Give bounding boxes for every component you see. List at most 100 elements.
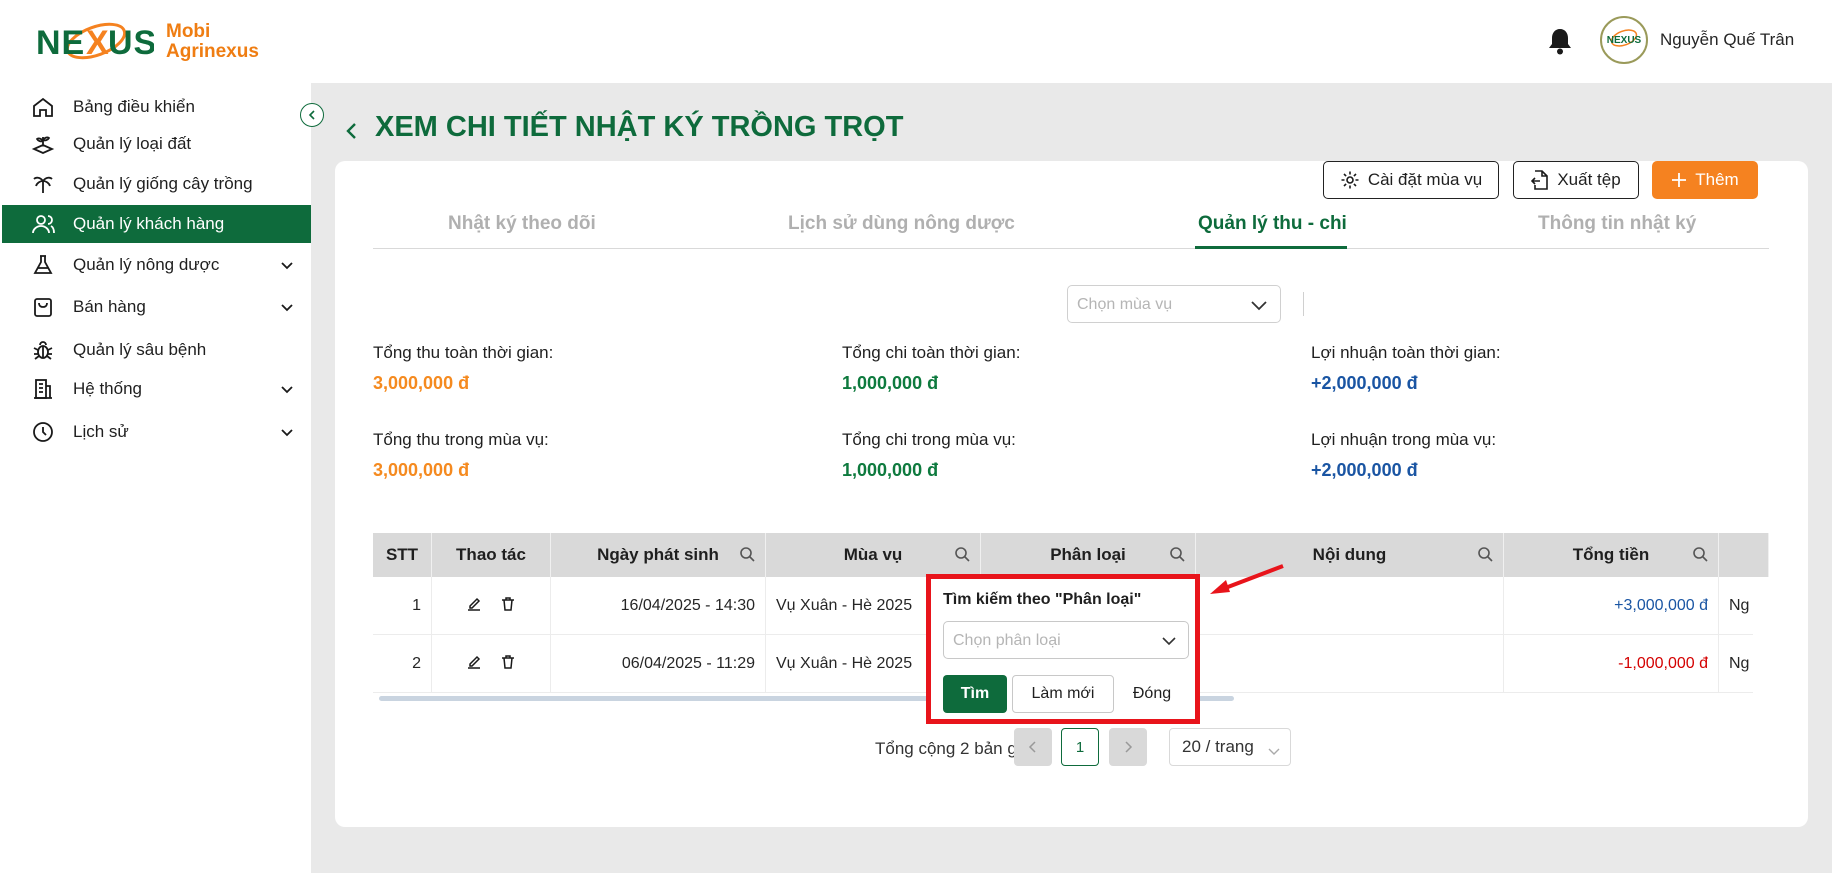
cell-total: -1,000,000 đ	[1504, 635, 1719, 693]
tab-income-expense[interactable]: Quản lý thu - chi	[1198, 213, 1347, 235]
sidebar-item-history[interactable]: Lịch sử	[2, 413, 311, 451]
tab-log-info[interactable]: Thông tin nhật ký	[1538, 213, 1696, 235]
filter-search-button[interactable]: Tìm	[943, 675, 1007, 713]
brand-line1: Mobi	[166, 21, 211, 42]
chevron-left-icon	[1028, 741, 1036, 753]
stat-value: +2,000,000 đ	[1311, 373, 1418, 393]
bug-icon	[30, 337, 56, 363]
sidebar-item-dashboard[interactable]: Bảng điều khiển	[2, 88, 311, 126]
stat-value: 1,000,000 đ	[842, 460, 939, 480]
sidebar-item-label: Lịch sử	[73, 422, 129, 441]
filter-close-button[interactable]: Đóng	[1121, 675, 1183, 713]
plus-icon	[1672, 173, 1687, 187]
header-label: Thao tác	[456, 545, 526, 564]
season-settings-button[interactable]: Cài đặt mùa vụ	[1323, 161, 1499, 199]
category-select-placeholder: Chọn phân loại	[953, 632, 1061, 649]
season-select[interactable]: Chọn mùa vụ	[1067, 285, 1281, 323]
chevron-down-icon	[279, 299, 295, 315]
sidebar-item-label: Quản lý giống cây trồng	[73, 174, 253, 193]
table-header: STT Thao tác Ngày phát sinh Mùa vụ Phân …	[373, 533, 1769, 577]
page-size-select[interactable]: 20 / trang	[1169, 728, 1291, 766]
chevron-down-icon	[1250, 297, 1268, 313]
sidebar-item-label: Bảng điều khiển	[73, 97, 195, 116]
brand-logo[interactable]: NE X US Mobi Agrinexus	[34, 14, 259, 70]
users-icon	[30, 211, 56, 237]
svg-text:X: X	[86, 24, 109, 62]
user-name[interactable]: Nguyễn Quế Trân	[1660, 30, 1794, 50]
sidebar-collapse-button[interactable]	[300, 103, 324, 127]
sidebar-item-customers[interactable]: Quản lý khách hàng	[2, 205, 311, 243]
search-icon[interactable]	[739, 546, 755, 562]
column-header-extra	[1719, 533, 1769, 577]
svg-text:NE: NE	[36, 24, 85, 62]
stat-label: Lợi nhuận trong mùa vụ:	[1311, 430, 1497, 449]
pagination-next-button[interactable]	[1109, 728, 1147, 766]
main-content: XEM CHI TIẾT NHẬT KÝ TRỒNG TRỌT Nhật ký …	[311, 83, 1832, 873]
nexus-logo-icon: NE X US	[34, 14, 156, 70]
search-icon[interactable]	[1477, 546, 1493, 562]
cell-date: 06/04/2025 - 11:29	[551, 635, 766, 693]
tab-tracking-log[interactable]: Nhật ký theo dõi	[448, 213, 596, 235]
detail-card: Nhật ký theo dõi Lịch sử dùng nông dược …	[335, 161, 1808, 827]
header-label: Mùa vụ	[843, 545, 903, 564]
export-button[interactable]: Xuất tệp	[1513, 161, 1639, 199]
stat-value: +2,000,000 đ	[1311, 460, 1418, 480]
pagination-prev-button[interactable]	[1014, 728, 1052, 766]
search-icon[interactable]	[954, 546, 970, 562]
stat-total-expense-all: Tổng chi toàn thời gian: 1,000,000 đ	[842, 343, 1020, 394]
header-label: STT	[385, 545, 419, 564]
clock-icon	[30, 419, 56, 445]
filter-reset-button[interactable]: Làm mới	[1012, 675, 1114, 713]
season-settings-label: Cài đặt mùa vụ	[1367, 170, 1483, 189]
trash-icon[interactable]	[500, 596, 516, 617]
chevron-down-icon	[279, 381, 295, 397]
export-label: Xuất tệp	[1557, 170, 1621, 189]
stat-label: Tổng chi trong mùa vụ:	[842, 430, 1016, 449]
sidebar: Bảng điều khiển Quản lý loại đất Quản lý…	[0, 83, 311, 873]
stat-label: Tổng thu trong mùa vụ:	[373, 430, 549, 449]
gear-icon	[1341, 171, 1359, 189]
stat-total-expense-season: Tổng chi trong mùa vụ: 1,000,000 đ	[842, 430, 1016, 481]
sidebar-item-label: Bán hàng	[73, 297, 146, 316]
edit-icon[interactable]	[466, 596, 482, 617]
search-icon[interactable]	[1692, 546, 1708, 562]
page-title-text: XEM CHI TIẾT NHẬT KÝ TRỒNG TRỌT	[375, 111, 904, 143]
edit-icon[interactable]	[466, 654, 482, 675]
pagination-current-page[interactable]: 1	[1061, 728, 1099, 766]
bell-icon[interactable]	[1547, 27, 1573, 55]
avatar[interactable]: NEXUS	[1600, 16, 1648, 64]
page-title: XEM CHI TIẾT NHẬT KÝ TRỒNG TRỌT	[341, 111, 903, 144]
back-arrow-icon[interactable]	[341, 117, 363, 139]
category-filter-popup: Tìm kiếm theo "Phân loại" Chọn phân loại…	[926, 574, 1200, 724]
add-button[interactable]: Thêm	[1652, 161, 1758, 199]
header-label: Tổng tiền	[1572, 545, 1650, 564]
flask-icon	[30, 252, 56, 278]
add-label: Thêm	[1695, 170, 1739, 189]
page-size-value: 20 / trang	[1182, 737, 1254, 756]
cell-actions	[432, 577, 551, 635]
tab-bar: Nhật ký theo dõi Lịch sử dùng nông dược …	[373, 203, 1769, 249]
sidebar-item-pests[interactable]: Quản lý sâu bệnh	[2, 331, 311, 369]
category-select[interactable]: Chọn phân loại	[943, 621, 1189, 659]
chevron-down-icon	[1162, 634, 1176, 652]
home-icon	[30, 94, 56, 120]
sidebar-item-label: Quản lý sâu bệnh	[73, 340, 207, 359]
tab-pesticide-history[interactable]: Lịch sử dùng nông dược	[788, 213, 1015, 235]
top-bar: NE X US Mobi Agrinexus NEXUS Nguyễn Quế …	[0, 0, 1832, 83]
cell-extra: Ng	[1729, 655, 1750, 672]
cell-stt: 2	[373, 635, 432, 693]
sidebar-item-label: Quản lý khách hàng	[73, 214, 225, 233]
sidebar-item-system[interactable]: Hệ thống	[2, 370, 311, 408]
sidebar-item-label: Hệ thống	[73, 379, 142, 398]
soil-icon	[30, 131, 56, 157]
chevron-down-icon	[279, 424, 295, 440]
sidebar-item-seeds[interactable]: Quản lý giống cây trồng	[2, 165, 311, 203]
sidebar-item-soil[interactable]: Quản lý loại đất	[2, 125, 311, 163]
shopping-bag-icon	[30, 294, 56, 320]
trash-icon[interactable]	[500, 654, 516, 675]
cell-stt: 1	[373, 577, 432, 635]
sidebar-item-sales[interactable]: Bán hàng	[2, 288, 311, 326]
sidebar-item-pesticides[interactable]: Quản lý nông dược	[2, 246, 311, 284]
stat-label: Tổng thu toàn thời gian:	[373, 343, 554, 362]
search-icon[interactable]	[1169, 546, 1185, 562]
